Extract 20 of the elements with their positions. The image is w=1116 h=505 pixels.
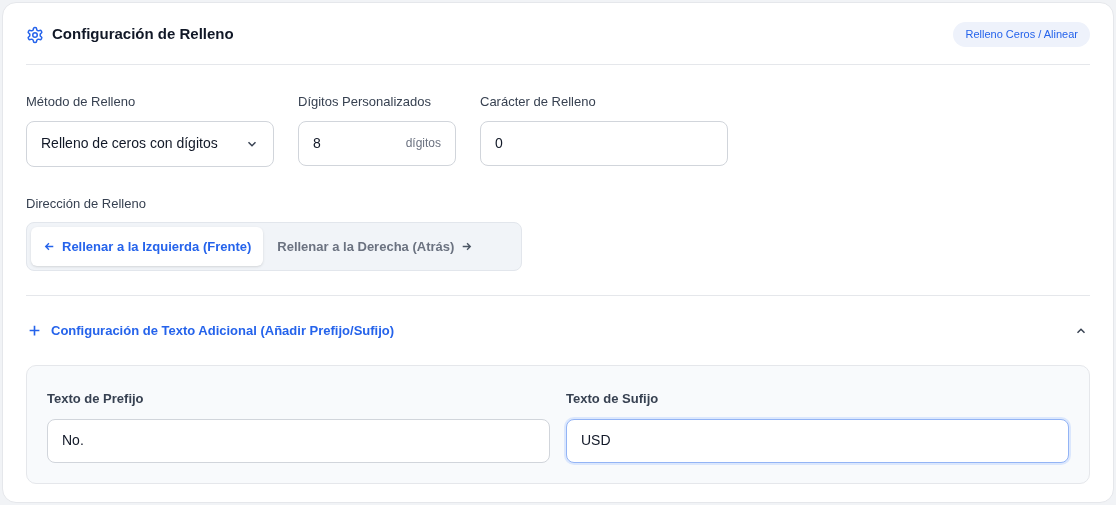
digits-field[interactable]: 8 dígitos <box>298 120 456 166</box>
section-toggle[interactable]: Configuración de Texto Adicional (Añadir Prefijo/Sufijo) <box>51 320 395 341</box>
card-title: Configuración de Relleno <box>52 24 234 45</box>
field-label: Texto de Sufijo <box>566 390 660 408</box>
field-label: Texto de Prefijo <box>47 390 145 408</box>
field-label: Dirección de Relleno <box>26 194 147 213</box>
text-field[interactable]: No. <box>47 418 550 463</box>
direction-tab[interactable]: Rellenar a la Derecha (Atrás) <box>265 227 486 266</box>
plus-icon <box>28 324 41 337</box>
arrow-left-icon <box>43 240 56 253</box>
mode-badge: Relleno Ceros / Alinear <box>953 22 1090 47</box>
arrow-right-icon <box>460 240 474 253</box>
gear-icon <box>26 25 44 44</box>
direction-tab[interactable]: Rellenar a la Izquierda (Frente) <box>31 227 264 266</box>
field-label: Carácter de Relleno <box>480 93 597 111</box>
field-label: Método de Relleno <box>26 93 137 111</box>
method-select[interactable]: Relleno de ceros con dígitos <box>26 120 274 167</box>
fill-character-field[interactable]: 0 <box>480 120 728 166</box>
text-field[interactable]: USD <box>566 418 1069 463</box>
field-label: Dígitos Personalizados <box>298 93 432 111</box>
